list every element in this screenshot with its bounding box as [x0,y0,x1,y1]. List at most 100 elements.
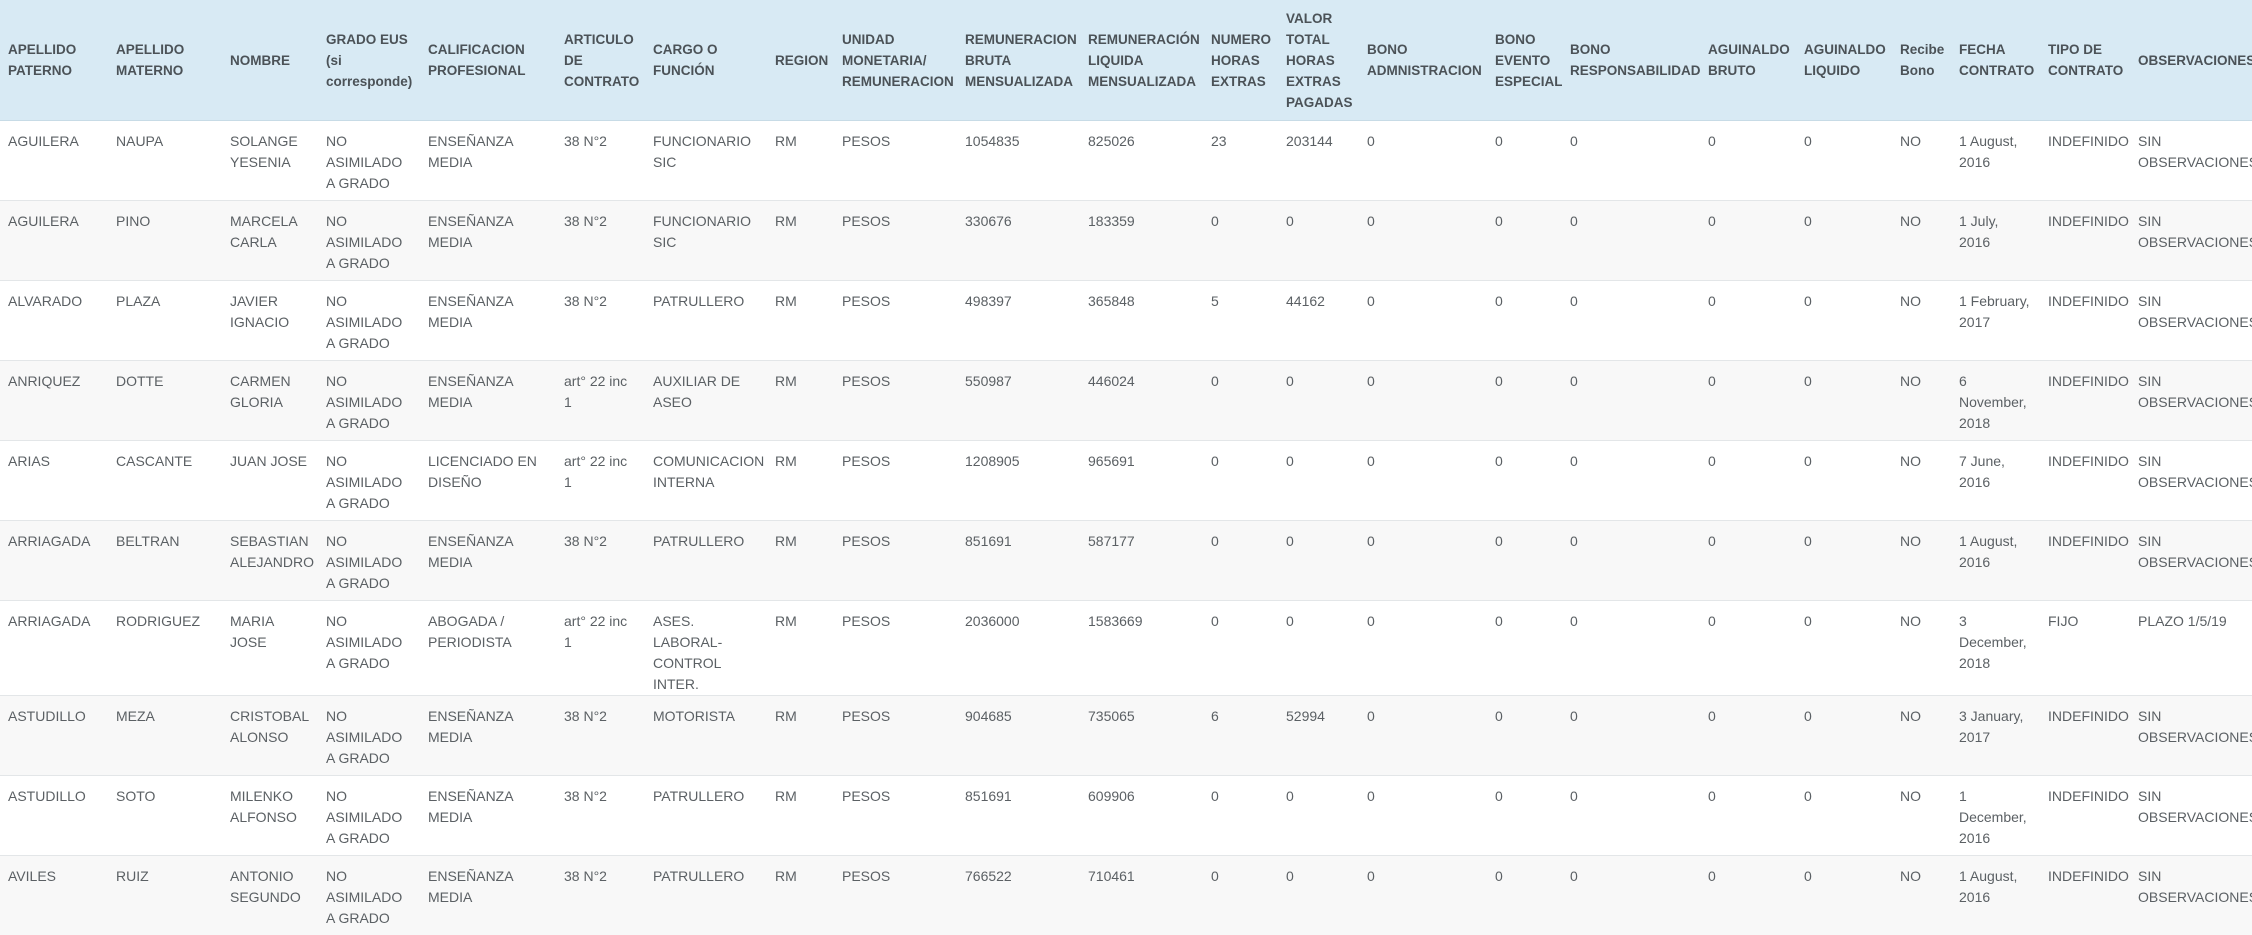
table-cell: SOLANGE YESENIA [222,121,318,201]
table-cell: 0 [1278,521,1359,601]
table-cell: 330676 [957,201,1080,281]
table-cell: 0 [1796,856,1892,935]
table-cell: SIN OBSERVACIONES [2130,281,2252,361]
table-cell: ASTUDILLO [0,776,108,856]
table-cell: 0 [1700,281,1796,361]
table-cell: 0 [1796,521,1892,601]
table-cell: 38 N°2 [556,521,645,601]
table-cell: 38 N°2 [556,856,645,935]
table-cell: RM [767,521,834,601]
remuneration-table: APELLIDO PATERNOAPELLIDO MATERNONOMBREGR… [0,0,2252,935]
table-cell: 1054835 [957,121,1080,201]
table-cell: art° 22 inc 1 [556,441,645,521]
table-cell: PESOS [834,856,957,935]
table-cell: PESOS [834,201,957,281]
table-cell: RM [767,856,834,935]
table-cell: PLAZO 1/5/19 [2130,601,2252,696]
table-cell: PESOS [834,361,957,441]
table-cell: RM [767,441,834,521]
table-cell: PESOS [834,441,957,521]
table-cell: 0 [1700,361,1796,441]
table-cell: ABOGADA / PERIODISTA [420,601,556,696]
table-cell: 0 [1796,281,1892,361]
table-cell: NO ASIMILADO A GRADO [318,361,420,441]
column-header: FECHA CONTRATO [1951,0,2040,121]
column-header: BONO RESPONSABILIDAD [1562,0,1700,121]
table-cell: 0 [1203,441,1278,521]
table-cell: 0 [1562,856,1700,935]
column-header: AGUINALDO BRUTO [1700,0,1796,121]
table-cell: INDEFINIDO [2040,696,2130,776]
table-cell: 23 [1203,121,1278,201]
table-cell: ALVARADO [0,281,108,361]
table-cell: 7 June, 2016 [1951,441,2040,521]
table-cell: 1 July, 2016 [1951,201,2040,281]
table-cell: ENSEÑANZA MEDIA [420,281,556,361]
table-cell: INDEFINIDO [2040,521,2130,601]
table-cell: 710461 [1080,856,1203,935]
table-cell: NO [1892,121,1951,201]
column-header: BONO ADMNISTRACION [1359,0,1487,121]
table-body: AGUILERANAUPASOLANGE YESENIANO ASIMILADO… [0,121,2252,935]
table-cell: 0 [1487,776,1562,856]
table-cell: 0 [1203,601,1278,696]
table-cell: 0 [1796,696,1892,776]
table-cell: MEZA [108,696,222,776]
table-cell: ENSEÑANZA MEDIA [420,121,556,201]
table-cell: 609906 [1080,776,1203,856]
table-cell: 0 [1700,201,1796,281]
table-cell: ENSEÑANZA MEDIA [420,856,556,935]
table-cell: RODRIGUEZ [108,601,222,696]
table-cell: 0 [1203,201,1278,281]
column-header: TIPO DE CONTRATO [2040,0,2130,121]
table-cell: 1583669 [1080,601,1203,696]
table-cell: JUAN JOSE [222,441,318,521]
table-cell: ENSEÑANZA MEDIA [420,776,556,856]
table-cell: COMUNICACION INTERNA [645,441,767,521]
table-cell: 587177 [1080,521,1203,601]
table-cell: MARCELA CARLA [222,201,318,281]
table-cell: ENSEÑANZA MEDIA [420,361,556,441]
header-row: APELLIDO PATERNOAPELLIDO MATERNONOMBREGR… [0,0,2252,121]
table-cell: PATRULLERO [645,281,767,361]
table-cell: 0 [1487,201,1562,281]
table-cell: 0 [1359,776,1487,856]
table-cell: PINO [108,201,222,281]
table-cell: 0 [1487,696,1562,776]
table-cell: 0 [1278,361,1359,441]
table-cell: 735065 [1080,696,1203,776]
table-cell: 0 [1487,121,1562,201]
table-cell: ENSEÑANZA MEDIA [420,521,556,601]
table-row: ARRIAGADABELTRANSEBASTIAN ALEJANDRONO AS… [0,521,2252,601]
table-cell: 0 [1359,361,1487,441]
table-cell: JAVIER IGNACIO [222,281,318,361]
table-cell: NO [1892,521,1951,601]
table-cell: 0 [1278,856,1359,935]
table-cell: 0 [1359,856,1487,935]
table-cell: 3 December, 2018 [1951,601,2040,696]
table-cell: RM [767,121,834,201]
table-cell: RM [767,696,834,776]
table-cell: NO ASIMILADO A GRADO [318,521,420,601]
column-header: OBSERVACIONES [2130,0,2252,121]
table-cell: NO ASIMILADO A GRADO [318,601,420,696]
table-cell: FUNCIONARIO SIC [645,201,767,281]
table-header: APELLIDO PATERNOAPELLIDO MATERNONOMBREGR… [0,0,2252,121]
table-cell: NO ASIMILADO A GRADO [318,201,420,281]
table-cell: 0 [1562,521,1700,601]
table-cell: AVILES [0,856,108,935]
table-cell: NO [1892,361,1951,441]
table-cell: 0 [1562,281,1700,361]
table-cell: INDEFINIDO [2040,121,2130,201]
table-cell: 825026 [1080,121,1203,201]
table-cell: 0 [1487,856,1562,935]
table-cell: NO ASIMILADO A GRADO [318,696,420,776]
table-cell: 904685 [957,696,1080,776]
table-cell: 1 February, 2017 [1951,281,2040,361]
table-cell: NO ASIMILADO A GRADO [318,441,420,521]
table-cell: NO [1892,696,1951,776]
table-cell: 0 [1359,521,1487,601]
table-cell: PESOS [834,281,957,361]
column-header: NUMERO HORAS EXTRAS [1203,0,1278,121]
table-row: AGUILERANAUPASOLANGE YESENIANO ASIMILADO… [0,121,2252,201]
